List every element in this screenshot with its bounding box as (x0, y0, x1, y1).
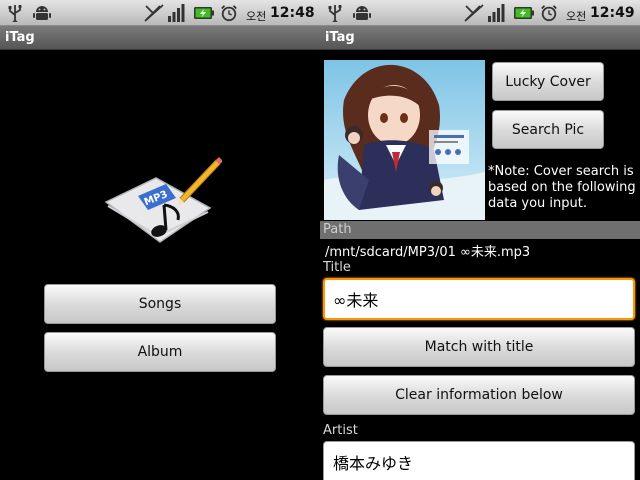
mp3-note-logo-icon: MP3 (104, 157, 222, 243)
android-debug-icon (353, 6, 371, 20)
alarm-clock-icon (221, 5, 237, 22)
clear-information-label: Clear information below (395, 387, 563, 403)
album-button[interactable]: Album (44, 332, 276, 372)
status-ampm: 오전 (246, 10, 267, 23)
search-pic-button[interactable]: Search Pic (492, 110, 604, 149)
app-title: iTag (325, 30, 355, 45)
signal-bars-icon (168, 4, 185, 22)
screen-right: 오전 12:49 iTag Lucky Cover Search Pic *No… (320, 0, 640, 480)
battery-charging-icon (194, 7, 214, 19)
path-section-header: Path (320, 221, 640, 239)
note-line: data you input. (488, 196, 588, 211)
battery-charging-icon (514, 7, 534, 19)
lucky-cover-button[interactable]: Lucky Cover (492, 62, 604, 101)
songs-button-label: Songs (138, 296, 182, 312)
app-title-bar: iTag (320, 26, 640, 50)
status-ampm: 오전 (566, 10, 587, 23)
match-with-title-label: Match with title (424, 339, 534, 355)
album-cover-image[interactable] (324, 60, 485, 220)
status-bar: 오전 12:48 (0, 0, 320, 26)
screen-left: 오전 12:48 iTag MP3 Songs Album (0, 0, 320, 480)
app-title-bar: iTag (0, 26, 320, 50)
signal-off-icon (464, 4, 484, 22)
title-input[interactable] (323, 278, 635, 320)
songs-button[interactable]: Songs (44, 284, 276, 324)
cover-search-note: *Note: Cover search is based on the foll… (488, 164, 638, 212)
lucky-cover-label: Lucky Cover (505, 73, 591, 90)
app-title: iTag (5, 30, 35, 45)
note-line: *Note: Cover search is (488, 164, 634, 179)
title-label: Title (323, 260, 351, 275)
artist-label: Artist (323, 423, 358, 438)
signal-bars-icon (488, 4, 505, 22)
artist-input[interactable] (323, 441, 635, 480)
search-pic-label: Search Pic (511, 121, 585, 138)
album-button-label: Album (137, 344, 183, 360)
match-with-title-button[interactable]: Match with title (323, 327, 635, 367)
file-path: /mnt/sdcard/MP3/01 ∞未来.mp3 (325, 245, 531, 260)
status-bar: 오전 12:49 (320, 0, 640, 26)
status-time: 12:48 (270, 5, 315, 21)
alarm-clock-icon (541, 5, 557, 22)
usb-icon (8, 4, 22, 22)
signal-off-icon (144, 4, 164, 22)
usb-icon (328, 4, 342, 22)
status-time: 12:49 (590, 5, 635, 21)
clear-information-button[interactable]: Clear information below (323, 375, 635, 415)
android-debug-icon (33, 6, 51, 20)
note-line: based on the following (488, 180, 636, 195)
